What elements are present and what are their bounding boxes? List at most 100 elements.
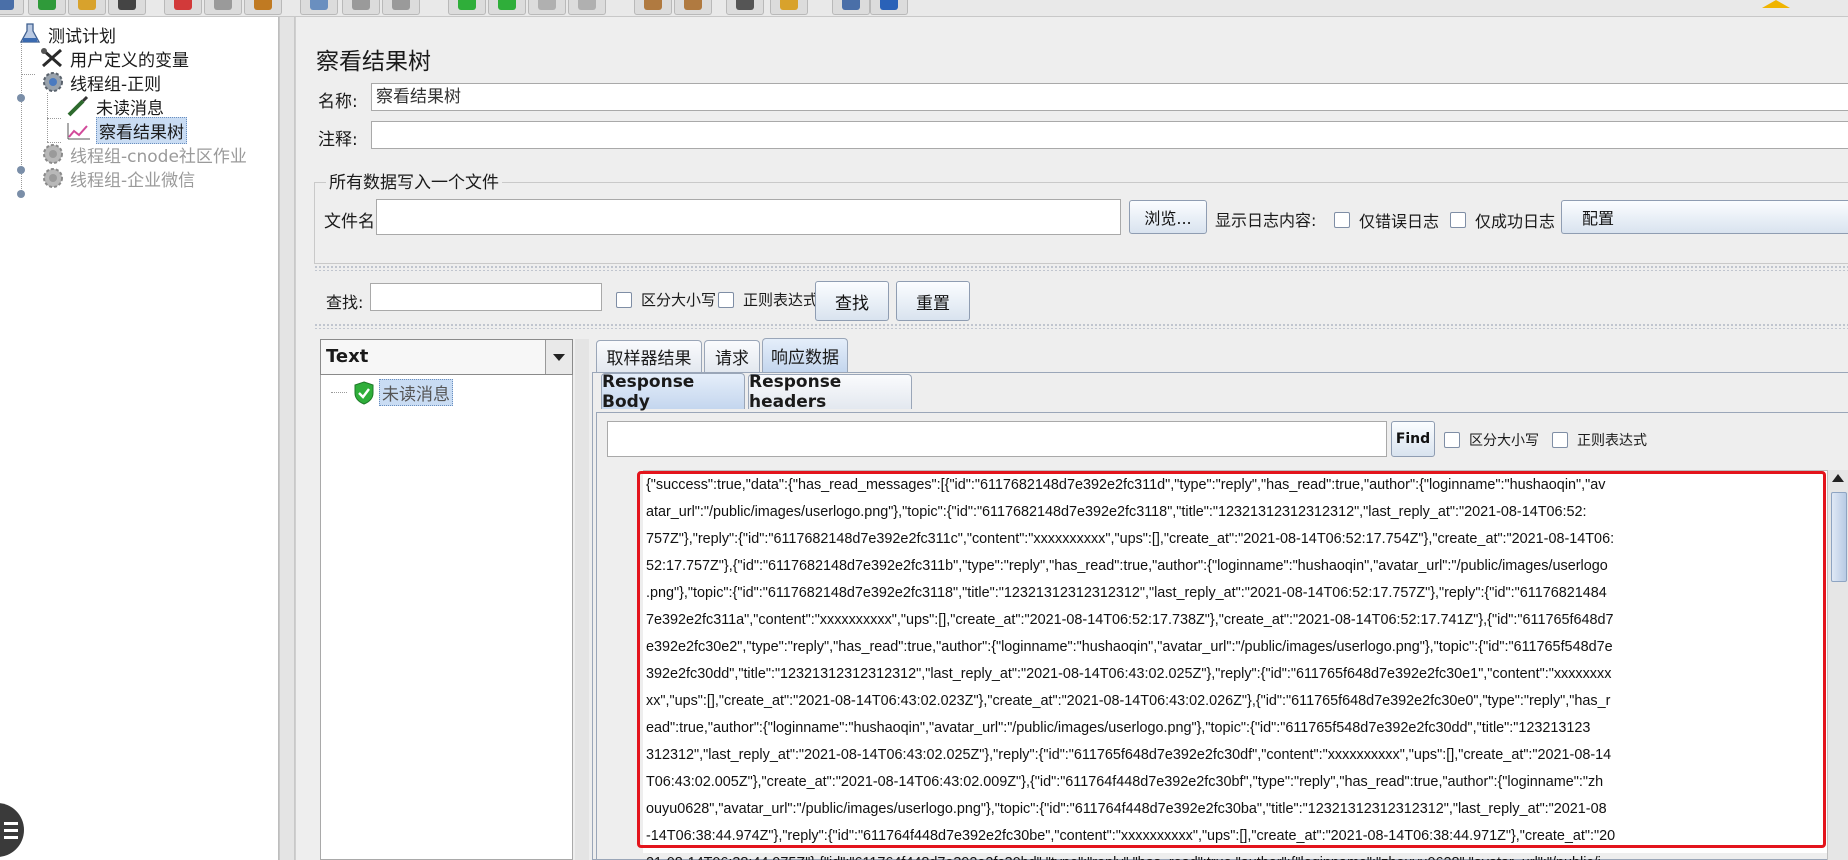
tree-node-view-results-tree[interactable]: 察看结果树 [66,116,187,144]
reset-search-icon [780,0,798,10]
response-regex-checkbox[interactable]: 正则表达式 [1552,430,1647,450]
toolbar-button[interactable] [770,0,808,15]
errors-only-label: 仅错误日志 [1359,212,1440,231]
tab-sampler-result[interactable]: 取样器结果 [596,340,702,372]
toolbar-button[interactable] [68,0,106,15]
toolbar-button[interactable] [726,0,764,15]
toolbar-button[interactable] [244,0,282,15]
renderer-value: Text [326,346,369,367]
templates-icon [38,0,56,10]
case-sensitive-checkbox[interactable]: 区分大小写 [616,289,716,310]
checkbox-box[interactable] [1444,432,1460,448]
flask-icon [18,23,44,45]
toolbar-button[interactable] [674,0,712,15]
response-case-sensitive-checkbox[interactable]: 区分大小写 [1444,430,1539,450]
response-scrollbar[interactable] [1827,470,1848,860]
response-find-button[interactable]: Find [1391,421,1435,457]
checkbox-box[interactable] [616,291,632,308]
tree-connector [21,74,35,75]
open-icon [78,0,96,10]
configure-button[interactable]: 配置 [1561,200,1848,234]
case-sensitive-label: 区分大小写 [641,291,717,309]
tree-node-label: 未读消息 [96,98,164,119]
checkbox-box[interactable] [1334,212,1350,228]
tree-node-thread-group-cnode[interactable]: 线程组-cnode社区作业 [40,142,247,167]
toolbar-button[interactable] [488,0,526,15]
toolbar-button[interactable] [870,0,908,15]
name-field[interactable]: 察看结果树 [371,83,1848,111]
filename-field[interactable] [376,199,1121,235]
tab-request[interactable]: 请求 [704,340,760,372]
toolbar-button[interactable] [28,0,66,15]
checkbox-box[interactable] [1450,212,1466,228]
menu-float-icon[interactable] [0,803,24,857]
collapse-icon [352,0,370,10]
reset-button[interactable]: 重置 [896,281,970,321]
tree-splitter[interactable] [279,17,295,860]
toolbar [0,0,1848,17]
checkbox-box[interactable] [718,291,734,308]
toolbar-button[interactable] [568,0,606,15]
renderer-select[interactable]: Text [320,339,573,375]
section-divider[interactable] [314,323,1848,329]
clear-all-icon [684,0,702,10]
tree-expander-icon[interactable] [17,190,25,198]
toolbar-button[interactable] [164,0,202,15]
chevron-down-icon[interactable] [545,340,572,374]
tab-response-data[interactable]: 响应数据 [762,338,848,372]
success-only-label: 仅成功日志 [1475,212,1556,231]
scroll-up-icon[interactable] [1832,474,1844,482]
comment-field[interactable] [371,121,1848,149]
search-input[interactable] [370,283,602,311]
warning-icon[interactable] [1762,0,1790,8]
toolbar-button[interactable] [832,0,870,15]
section-divider[interactable] [314,265,1848,271]
toolbar-button[interactable] [634,0,672,15]
tree-node-test-plan[interactable]: 测试计划 [18,22,116,47]
graph-icon [66,119,92,141]
toolbar-button[interactable] [342,0,380,15]
tab-response-body[interactable]: Response Body [601,372,745,412]
tab-response-headers[interactable]: Response headers [748,372,912,412]
copy-icon [214,0,232,10]
checkbox-box[interactable] [1552,432,1568,448]
tree-node-user-variables[interactable]: 用户定义的变量 [40,46,189,71]
success-only-checkbox[interactable]: 仅成功日志 [1450,208,1555,232]
response-find-input[interactable] [607,421,1387,457]
sample-results-tree: 未读消息 [320,375,573,860]
tree-node-unread-messages[interactable]: 未读消息 [66,94,164,119]
toolbar-button[interactable] [0,0,24,15]
tree-expander-icon[interactable] [17,94,25,102]
errors-only-checkbox[interactable]: 仅错误日志 [1334,208,1439,232]
gear-icon [40,71,66,93]
stop-icon [538,0,556,10]
expand-icon [310,0,328,10]
response-case-sensitive-label: 区分大小写 [1469,433,1539,449]
tree-node-thread-group-regex[interactable]: 线程组-正则 [40,70,162,95]
tree-node-thread-group-wechat[interactable]: 线程组-企业微信 [40,166,195,191]
filename-label: 文件名 [324,212,375,232]
start-no-pause-icon [498,0,516,10]
toolbar-button[interactable] [108,0,146,15]
toolbar-button[interactable] [300,0,338,15]
start-icon [458,0,476,10]
regex-label: 正则表达式 [743,291,819,309]
find-button[interactable]: 查找 [815,281,889,321]
tree-expander-icon[interactable] [17,166,25,174]
highlight-box [637,471,1826,848]
browse-button[interactable]: 浏览... [1129,200,1207,234]
toolbar-button[interactable] [528,0,566,15]
toolbar-button[interactable] [204,0,242,15]
search-icon [736,0,754,10]
regex-checkbox[interactable]: 正则表达式 [718,289,818,310]
save-icon [118,0,136,10]
tree-node-label: 线程组-正则 [70,74,162,95]
success-shield-icon [353,381,375,405]
tree-connector [331,392,347,393]
toolbar-button[interactable] [448,0,486,15]
help-icon [880,0,898,10]
sample-item[interactable]: 未读消息 [379,379,453,406]
toolbar-button[interactable] [382,0,420,15]
scroll-thumb[interactable] [1831,492,1847,582]
results-splitter[interactable] [575,339,589,860]
